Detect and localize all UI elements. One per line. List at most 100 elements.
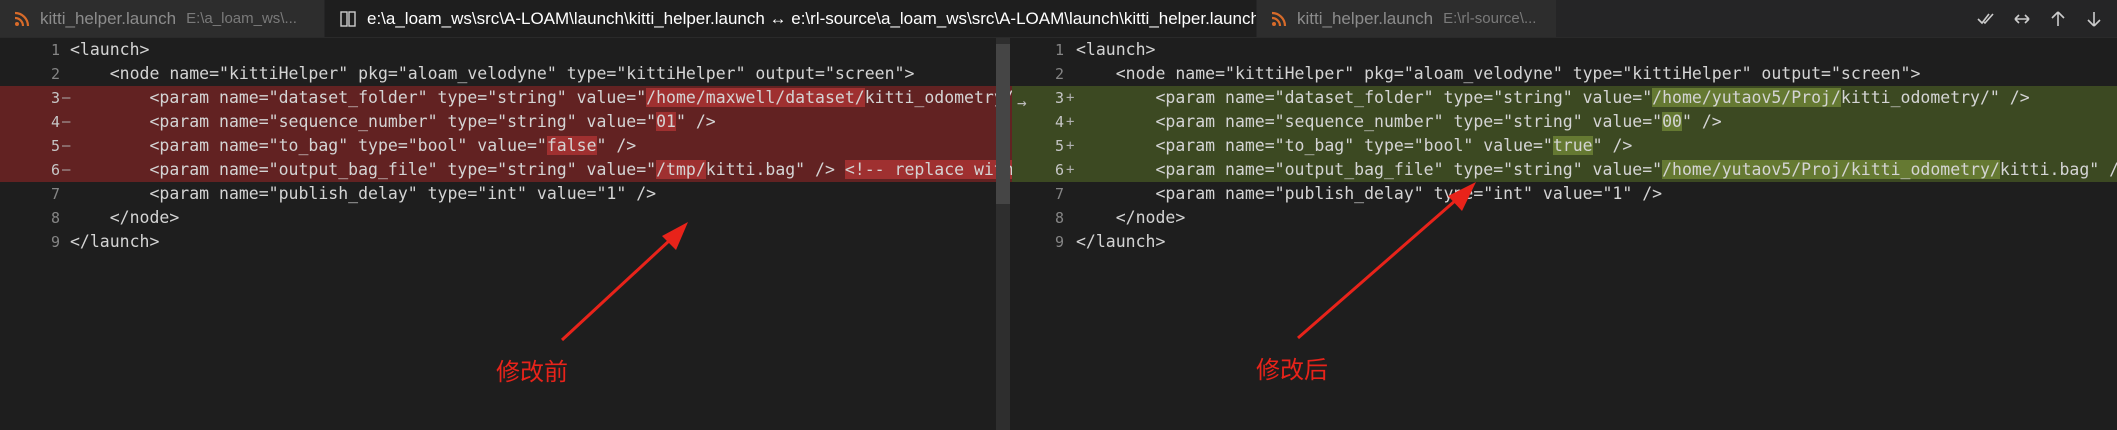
line-number: 4 <box>50 113 60 131</box>
line-number: 2 <box>1054 65 1064 83</box>
tab-file-path: E:\a_loam_ws\... <box>186 10 297 27</box>
tab-bar: kitti_helper.launch E:\a_loam_ws\... e:\… <box>0 0 2117 38</box>
code-text: <param name="dataset_folder" type="strin… <box>70 88 647 107</box>
line-code: <node name="kittiHelper" pkg="aloam_velo… <box>1076 64 1921 83</box>
changed-text: /home/maxwell/dataset/ <box>646 88 865 107</box>
tab-diff-title: e:\a_loam_ws\src\A-LOAM\launch\kitti_hel… <box>367 8 1257 28</box>
annotation-after-label: 修改后 <box>1256 356 1328 384</box>
changed-text: /tmp/ <box>656 160 706 179</box>
line-number: 9 <box>1054 233 1064 251</box>
line-number: 7 <box>1054 185 1064 203</box>
code-text: <param name="to_bag" type="bool" value=" <box>70 136 547 155</box>
line-code: <param name="output_bag_file" type="stri… <box>70 158 1012 182</box>
line-code: </launch> <box>70 232 160 251</box>
tab-file-name: kitti_helper.launch <box>1297 8 1434 28</box>
code-line: 1 <launch> <box>1012 38 2117 62</box>
swap-icon[interactable] <box>2013 10 2031 28</box>
code-text: <param name="to_bag" type="bool" value=" <box>1076 136 1553 155</box>
annotation-before-label: 修改前 <box>496 358 568 386</box>
code-text: kitti.bag" /> <box>705 160 845 179</box>
tab-file-path: E:\rl-source\... <box>1443 10 1537 27</box>
line-code: </launch> <box>1076 232 1166 251</box>
code-text: <param name="dataset_folder" type="strin… <box>1076 88 1653 107</box>
editor-actions <box>1977 0 2103 37</box>
tab-right-file[interactable]: kitti_helper.launch E:\rl-source\... <box>1257 0 1557 37</box>
line-code: <param name="dataset_folder" type="strin… <box>70 86 1012 110</box>
code-text: " /> <box>675 112 716 131</box>
code-text: <param name="output_bag_file" type="stri… <box>70 160 657 179</box>
arrow-down-icon[interactable] <box>2085 10 2103 28</box>
changed-text: false <box>546 136 597 155</box>
tab-diff-active[interactable]: e:\a_loam_ws\src\A-LOAM\launch\kitti_hel… <box>325 0 1257 37</box>
line-number: 6 <box>1054 161 1064 179</box>
scrollbar-thumb[interactable] <box>996 44 1010 204</box>
line-code: </node> <box>1076 208 1186 227</box>
line-number: 1 <box>50 41 60 59</box>
tab-left-file[interactable]: kitti_helper.launch E:\a_loam_ws\... <box>0 0 325 37</box>
line-code: <param name="publish_delay" type="int" v… <box>70 184 657 203</box>
line-code: <param name="to_bag" type="bool" value="… <box>1076 134 1632 158</box>
line-number: 2 <box>50 65 60 83</box>
changed-text: /home/yutaov5/Proj/ <box>1652 88 1841 107</box>
code-line: 1 <launch> <box>0 38 1012 62</box>
code-line: 2 <node name="kittiHelper" pkg="aloam_ve… <box>0 62 1012 86</box>
changed-text: 01 <box>656 112 676 131</box>
inserted-line: 6 + <param name="output_bag_file" type="s… <box>1012 158 2117 182</box>
code-text: kitti.bag" /> <box>1999 160 2117 179</box>
line-code: <param name="sequence_number" type="stri… <box>1076 110 1722 134</box>
code-line: 8 </node> <box>0 206 1012 230</box>
tab-file-name: kitti_helper.launch <box>40 8 177 28</box>
line-code: <node name="kittiHelper" pkg="aloam_velo… <box>70 64 915 83</box>
code-text: " /> <box>1681 112 1722 131</box>
code-text: kitti_odometry/" /> <box>1840 88 2030 107</box>
changed-text: true <box>1552 136 1593 155</box>
code-line: 7 <param name="publish_delay" type="int"… <box>1012 182 2117 206</box>
code-line: 9 </launch> <box>1012 230 2117 254</box>
line-code: <param name="sequence_number" type="stri… <box>70 110 716 134</box>
line-code: <param name="to_bag" type="bool" value="… <box>70 134 636 158</box>
line-number: 8 <box>50 209 60 227</box>
changed-text: <!-- replace with yo <box>844 160 1012 179</box>
rss-icon <box>14 11 30 26</box>
code-line: 2 <node name="kittiHelper" pkg="aloam_ve… <box>1012 62 2117 86</box>
revert-arrow-icon[interactable]: → <box>1017 93 1027 112</box>
line-number: 9 <box>50 233 60 251</box>
line-code: <param name="publish_delay" type="int" v… <box>1076 184 1663 203</box>
line-number: 5 <box>1054 137 1064 155</box>
accept-all-icon[interactable] <box>1977 10 1995 28</box>
line-number: 6 <box>50 161 60 179</box>
line-number: 4 <box>1054 113 1064 131</box>
deleted-line: 5— <param name="to_bag" type="bool" valu… <box>0 134 1012 158</box>
line-number: 5 <box>50 137 60 155</box>
line-code: <launch> <box>70 40 150 59</box>
code-line: 8 </node> <box>1012 206 2117 230</box>
line-number: 8 <box>1054 209 1064 227</box>
line-code: <param name="output_bag_file" type="stri… <box>1076 158 2117 182</box>
code-text: <param name="sequence_number" type="stri… <box>1076 112 1663 131</box>
code-text: <param name="sequence_number" type="stri… <box>70 112 657 131</box>
inserted-line: 4 + <param name="sequence_number" type="s… <box>1012 110 2117 134</box>
line-number: 7 <box>50 185 60 203</box>
line-code: </node> <box>70 208 180 227</box>
deleted-line: 4— <param name="sequence_number" type="s… <box>0 110 1012 134</box>
line-number: 3 <box>50 89 60 107</box>
line-code: <param name="dataset_folder" type="strin… <box>1076 86 2030 110</box>
deleted-line: 6— <param name="output_bag_file" type="s… <box>0 158 1012 182</box>
inserted-line: 5 + <param name="to_bag" type="bool" valu… <box>1012 134 2117 158</box>
deleted-line: 3— <param name="dataset_folder" type="st… <box>0 86 1012 110</box>
code-text: " /> <box>596 136 637 155</box>
diff-icon <box>340 10 356 27</box>
changed-text: 00 <box>1662 112 1682 131</box>
code-text: <param name="output_bag_file" type="stri… <box>1076 160 1663 179</box>
rss-icon <box>1271 11 1287 26</box>
line-number: 1 <box>1054 41 1064 59</box>
code-line: 7 <param name="publish_delay" type="int"… <box>0 182 1012 206</box>
arrow-up-icon[interactable] <box>2049 10 2067 28</box>
code-text: " /> <box>1592 136 1633 155</box>
inserted-line: 3 + <param name="dataset_folder" type="st… <box>1012 86 2117 110</box>
line-code: <launch> <box>1076 40 1156 59</box>
changed-text: /home/yutaov5/Proj/kitti_odometry/ <box>1662 160 2000 179</box>
code-line: 9 </launch> <box>0 230 1012 254</box>
modified-editor[interactable]: 1 <launch> 2 <node name="kittiHelper" pkg=… <box>1012 38 2117 430</box>
code-text: kitti_odometry/" / <box>864 88 1012 107</box>
